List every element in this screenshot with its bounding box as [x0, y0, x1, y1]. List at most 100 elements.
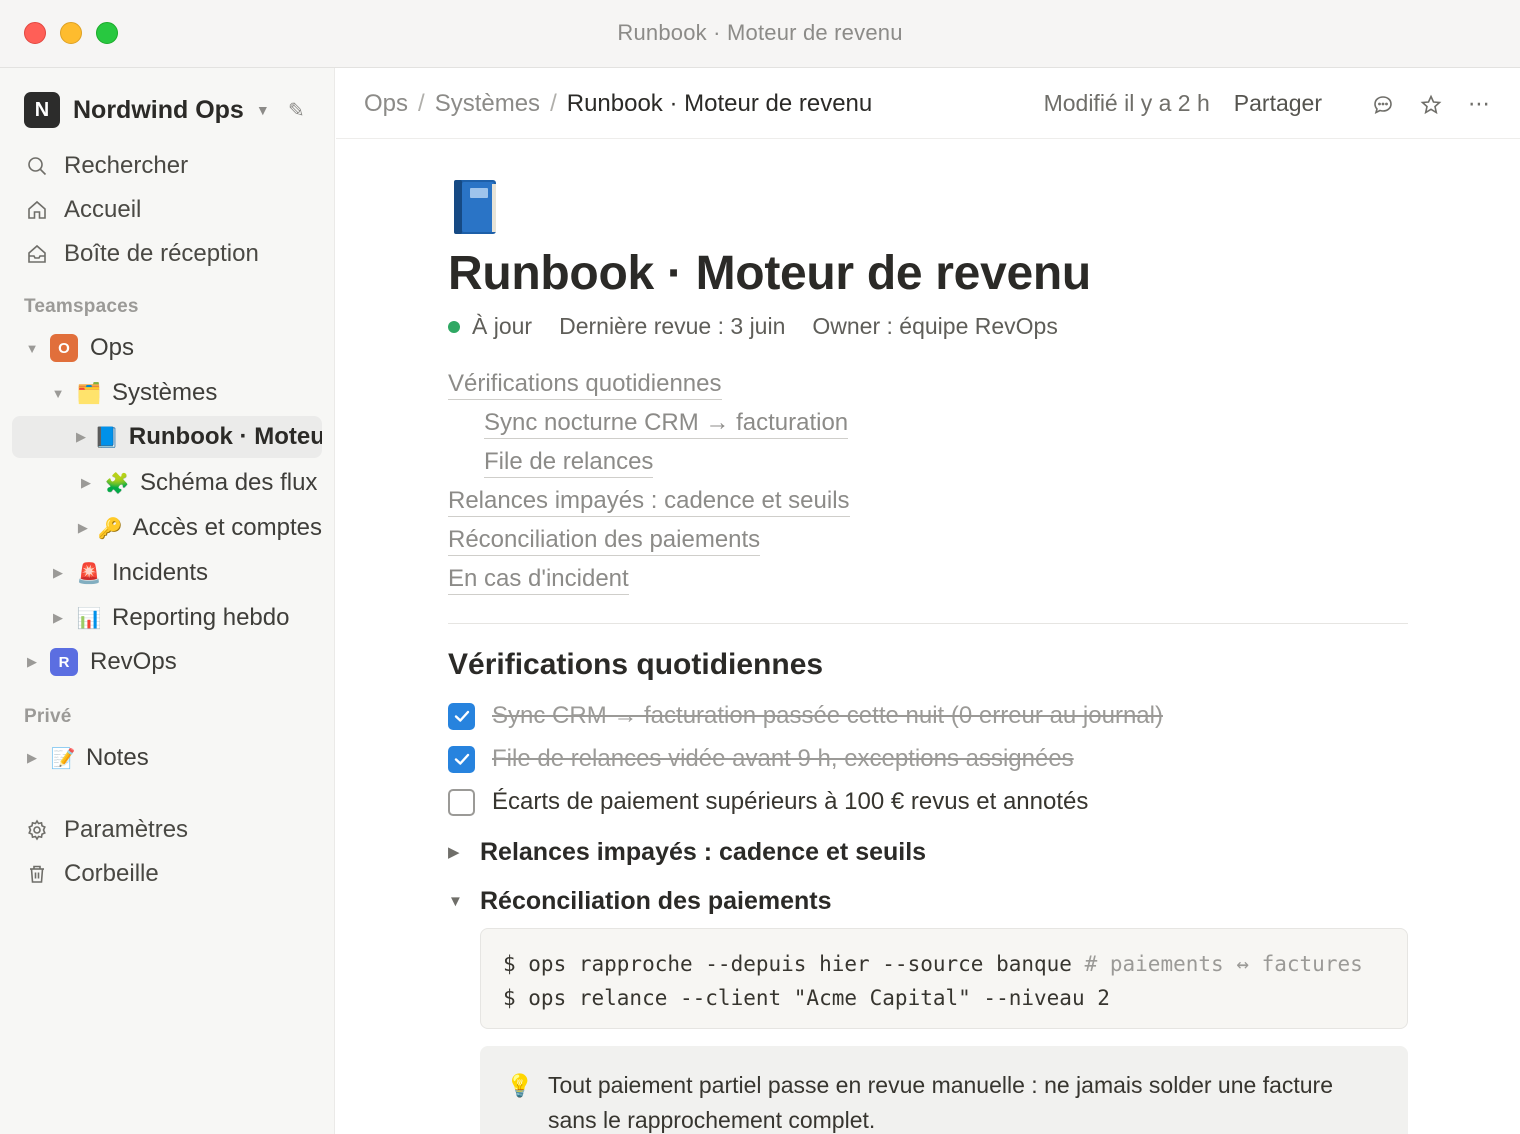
chevron-down-icon[interactable]: ▼	[448, 893, 466, 910]
sidebar-item-label: Corbeille	[64, 860, 159, 887]
checkbox-unchecked[interactable]	[448, 788, 475, 816]
new-page-icon[interactable]: ✎	[288, 98, 305, 123]
sidebar-item-label: Runbook · Moteur de revenu	[128, 423, 322, 450]
page-title[interactable]: Runbook · Moteur de revenu	[448, 246, 1091, 301]
sidebar-item-runbook[interactable]: ▶ 📘 Runbook · Moteur de revenu	[12, 416, 322, 458]
callout-text[interactable]: Tout paiement partiel passe en revue man…	[548, 1072, 1333, 1133]
code-line: $ ops rapproche --depuis hier --source b…	[503, 947, 1385, 981]
sidebar-item-ops[interactable]: ▼ O Ops	[22, 327, 322, 369]
chevron-right-icon[interactable]: ▶	[76, 475, 96, 491]
breadcrumb-item-current[interactable]: Runbook · Moteur de revenu	[567, 90, 873, 118]
bar-chart-icon: 📊	[76, 607, 102, 630]
toc-link[interactable]: Réconciliation des paiements	[448, 526, 761, 556]
callout-block[interactable]: 💡 Tout paiement partiel passe en revue m…	[480, 1046, 1408, 1134]
breadcrumb-separator: /	[550, 90, 557, 117]
divider	[448, 623, 1408, 624]
chevron-down-icon[interactable]: ▼	[48, 386, 68, 401]
gear-icon	[24, 817, 50, 843]
checkbox-checked[interactable]	[448, 702, 475, 730]
folder-icon: 🗂️	[76, 382, 102, 405]
teamspaces-section-label: Teamspaces	[24, 296, 139, 317]
chevron-down-icon[interactable]: ▼	[22, 341, 42, 356]
siren-icon: 🚨	[76, 562, 102, 585]
status-property[interactable]: À jour	[472, 313, 532, 340]
code-block[interactable]: $ ops rapproche --depuis hier --source b…	[480, 928, 1408, 1029]
sidebar-item-label: Reporting hebdo	[112, 604, 290, 631]
sidebar-item-label: Rechercher	[64, 152, 189, 179]
toggle-label[interactable]: Relances impayés : cadence et seuils	[480, 838, 926, 867]
toc-link[interactable]: En cas d'incident	[448, 565, 629, 595]
sidebar-item-label: Accueil	[64, 196, 142, 223]
page-properties: À jour Dernière revue : 3 juin Owner : é…	[448, 313, 1085, 340]
chevron-right-icon[interactable]: ▶	[76, 429, 86, 445]
sidebar-item-home[interactable]: Accueil	[24, 190, 141, 230]
topbar-actions: Modifié il y a 2 h Partager ⋯	[1044, 90, 1492, 117]
page-topbar: Ops / Systèmes / Runbook · Moteur de rev…	[336, 68, 1520, 139]
toc-link[interactable]: Relances impayés : cadence et seuils	[448, 487, 850, 517]
sidebar-item-revops[interactable]: ▶ R RevOps	[22, 641, 322, 683]
toc-link[interactable]: Vérifications quotidiennes	[448, 370, 722, 400]
todo-text[interactable]: Sync CRM → facturation passée cette nuit…	[492, 702, 1163, 730]
sidebar-item-inbox[interactable]: Boîte de réception	[24, 234, 259, 274]
breadcrumb-item-systemes[interactable]: Systèmes	[435, 90, 540, 118]
breadcrumb-item-ops[interactable]: Ops	[364, 90, 408, 118]
checkbox-checked[interactable]	[448, 745, 475, 773]
todo-text[interactable]: File de relances vidée avant 9 h, except…	[492, 745, 1074, 773]
code-command: $ ops relance --client "Acme Capital" --…	[503, 986, 1110, 1010]
sidebar-item-systemes[interactable]: ▼ 🗂️ Systèmes	[48, 372, 334, 414]
todo-text[interactable]: Écarts de paiement supérieurs à 100 € re…	[492, 788, 1088, 816]
sidebar-item-label: Ops	[90, 334, 135, 361]
sidebar-item-notes[interactable]: ▶ 📝 Notes	[22, 737, 322, 779]
book-icon: 📘	[94, 426, 119, 449]
todo-item[interactable]: Écarts de paiement supérieurs à 100 € re…	[448, 786, 1088, 818]
toc-link[interactable]: Sync nocturne CRM → facturation	[484, 409, 849, 439]
sidebar-item-acces-comptes[interactable]: ▶ 🔑 Accès et comptes	[76, 507, 322, 549]
teamspace-badge: R	[50, 648, 78, 676]
key-icon: 🔑	[97, 517, 123, 540]
window-title: Runbook · Moteur de revenu	[617, 20, 903, 45]
sidebar-item-search[interactable]: Rechercher	[24, 146, 188, 186]
chevron-right-icon[interactable]: ▶	[448, 843, 466, 861]
chevron-right-icon[interactable]: ▶	[48, 565, 68, 581]
sidebar-item-label: Accès et comptes	[132, 514, 322, 541]
chevron-right-icon[interactable]: ▶	[22, 654, 42, 670]
sidebar-item-label: RevOps	[90, 648, 177, 675]
puzzle-icon: 🧩	[104, 472, 130, 495]
book-icon[interactable]	[448, 176, 500, 236]
toggle-block[interactable]: ▶ Relances impayés : cadence et seuils	[448, 835, 926, 869]
sidebar-item-label: Incidents	[112, 559, 209, 586]
sidebar-item-label: Systèmes	[112, 379, 218, 406]
last-review-property[interactable]: Dernière revue : 3 juin	[559, 313, 785, 340]
todo-item[interactable]: File de relances vidée avant 9 h, except…	[448, 743, 1074, 775]
sidebar-item-incidents[interactable]: ▶ 🚨 Incidents	[48, 552, 334, 594]
workspace-switcher[interactable]: N Nordwind Ops ▼	[24, 92, 270, 128]
sidebar-item-label: Paramètres	[64, 816, 189, 843]
toggle-label[interactable]: Réconciliation des paiements	[480, 887, 832, 916]
owner-property[interactable]: Owner : équipe RevOps	[812, 313, 1057, 340]
chevron-right-icon[interactable]: ▶	[76, 520, 90, 536]
sidebar-item-trash[interactable]: Corbeille	[24, 854, 159, 894]
chevron-right-icon[interactable]: ▶	[22, 750, 42, 766]
sidebar-item-label: Notes	[86, 744, 149, 771]
workspace-name: Nordwind Ops	[73, 95, 244, 124]
star-icon[interactable]	[1418, 90, 1444, 116]
sidebar-item-reporting[interactable]: ▶ 📊 Reporting hebdo	[48, 597, 334, 639]
section-heading[interactable]: Vérifications quotidiennes	[448, 648, 823, 682]
toggle-block[interactable]: ▼ Réconciliation des paiements	[448, 884, 832, 918]
status-dot	[448, 320, 460, 333]
sidebar-item-schema-flux[interactable]: ▶ 🧩 Schéma des flux	[76, 462, 322, 504]
workspace-logo: N	[24, 92, 60, 128]
code-command: $ ops rapproche --depuis hier --source b…	[503, 952, 1072, 976]
share-button[interactable]: Partager	[1234, 90, 1322, 117]
teamspace-badge: O	[50, 334, 78, 362]
sidebar-item-settings[interactable]: Paramètres	[24, 810, 188, 850]
comments-icon[interactable]	[1370, 90, 1396, 116]
toc-link[interactable]: File de relances	[484, 448, 654, 478]
more-options-icon[interactable]: ⋯	[1466, 91, 1492, 117]
lightbulb-icon: 💡	[506, 1073, 534, 1098]
search-icon	[24, 153, 50, 179]
main-content: Ops / Systèmes / Runbook · Moteur de rev…	[336, 68, 1520, 1134]
code-line: $ ops relance --client "Acme Capital" --…	[503, 981, 1385, 1015]
todo-item[interactable]: Sync CRM → facturation passée cette nuit…	[448, 700, 1163, 732]
chevron-right-icon[interactable]: ▶	[48, 610, 68, 626]
